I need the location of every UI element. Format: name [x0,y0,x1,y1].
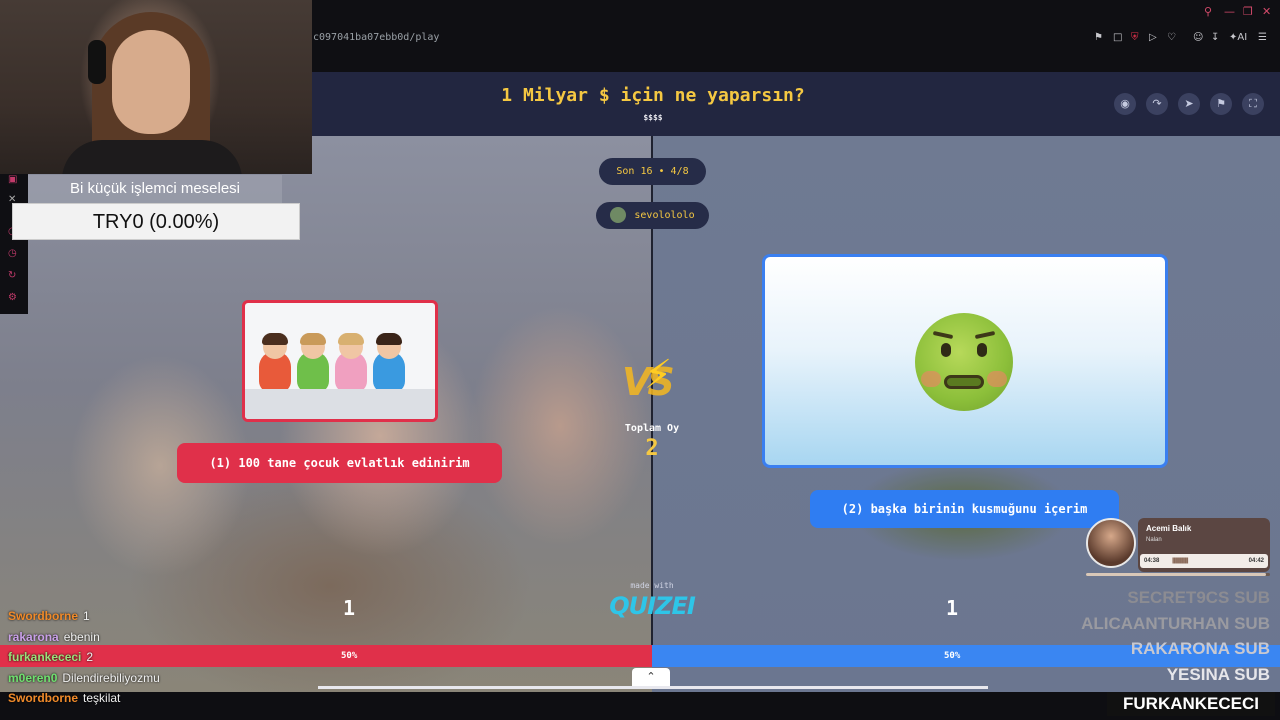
chat-text: Dilendirebiliyozmu [62,670,160,685]
option-1-button[interactable]: (1) 100 tane çocuk evlatlık edinirim [177,443,502,483]
song-progress-fill [1086,573,1267,576]
child-figure [297,333,329,393]
song-artist: Nalan [1146,537,1162,543]
play-icon[interactable]: ▷ [1149,32,1157,43]
chat-message: Swordborne teşkilat [8,691,308,712]
option-2-image[interactable] [762,254,1168,468]
download-icon[interactable]: ↧ [1211,32,1219,43]
chat-message: Swordborne 1 [8,609,308,630]
total-votes-value: 2 [645,436,659,461]
ai-label: AI [1237,32,1248,43]
chat-username: furkankececi [8,650,82,665]
minimize-icon[interactable]: — [1224,5,1235,18]
sub-entry: YESINA SUB [1166,664,1270,684]
clock-icon: ◷ [8,248,17,259]
recent-subs: SECRET9CS SUB ALICAANTURHAN SUB RAKARONA… [1030,588,1270,690]
chat-username: Swordborne [8,609,79,623]
shield-icon[interactable]: ⛨ [1131,32,1139,43]
send-icon[interactable]: ➤ [1178,93,1200,115]
quiz-subtitle: $$$$ [643,113,663,122]
chat-text: 1 [83,609,90,623]
heart-icon[interactable]: ♡ [1167,32,1176,43]
webcam-feed [0,0,312,174]
sub-entry: SECRET9CS SUB [1127,588,1270,607]
chat-text: 2 [86,650,94,665]
chat-username: Swordborne [8,691,79,706]
chevron-up-icon[interactable]: ⌃ [632,668,670,686]
waveform-icon: ||||||||||||||||||||||| [1172,558,1189,564]
user-badge[interactable]: sevolololo [596,202,709,229]
gear-icon: ⚙ [8,292,17,303]
made-with-label: made with [630,581,674,590]
nauseated-face-icon [915,313,1013,411]
child-figure [335,333,367,393]
option-2-button[interactable]: (2) başka birinin kusmuğunu içerim [810,490,1119,528]
album-art [1086,518,1136,568]
chat-text: teşkilat [83,691,121,706]
time-total: 04:42 [1248,558,1264,564]
child-figure [259,333,291,393]
crop-icon[interactable]: □ [1113,32,1122,43]
twitch-icon: ▣ [8,174,18,185]
round-badge: Son 16 • 4/8 [599,158,706,185]
option-1-image[interactable] [242,300,438,422]
chat-text: ebenin [63,629,100,644]
address-bar[interactable]: c097041ba07ebb0d/play [313,32,439,43]
now-playing-card: Acemi Balık Nalan 04:38 ||||||||||||||||… [1138,518,1270,572]
stream-title: Bi küçük işlemci meselesi [28,175,282,203]
menu-icon[interactable]: ☰ [1258,32,1267,43]
song-title: Acemi Balık [1146,524,1192,533]
refresh-icon: ↻ [8,270,17,281]
chat-message: m0eren0 Dilendirebiliyozmu [8,671,308,692]
time-current: 04:38 [1144,558,1160,564]
quizei-logo[interactable]: QUIZEI [604,592,700,620]
sub-entry: RAKARONA SUB [1130,639,1270,658]
now-playing-widget: Acemi Balık Nalan 04:38 ||||||||||||||||… [1086,516,1272,580]
lightning-icon: ⚡ [644,352,673,398]
stream-screen: c097041ba07ebb0d/play ⚲ — ❐ ✕ ⚑ □ ⛨ ▷ ♡ … [0,0,1280,720]
chat-username: rakarona [8,629,59,644]
vs-icon: VS ⚡ [620,352,686,410]
option-1-votes: 1 [343,596,356,620]
eye-icon[interactable]: ◉ [1114,93,1136,115]
chat-overlay: Swordborne 1 rakarona ebenin furkankececi 2… [8,609,308,712]
chat-message: furkankececi 2 [8,650,308,671]
user-icon[interactable]: ☺ [1193,32,1203,43]
chat-username: m0eren0 [8,670,58,685]
song-progress [1086,573,1270,576]
side-rail: ▣ ✕ ○ ◷ ↻ ⚙ [0,174,28,314]
scrollbar[interactable] [318,686,988,689]
option-1-percent: 50% [341,651,358,661]
close-icon[interactable]: ✕ [1262,5,1271,18]
ai-icon[interactable]: ✦AI [1229,32,1247,43]
flag-icon[interactable]: ⚑ [1210,93,1232,115]
latest-sub: FURKANKECECI SUB [1107,692,1275,720]
child-figure [373,333,405,393]
chat-message: rakarona ebenin [8,630,308,651]
username: sevolololo [634,210,695,221]
search-icon[interactable]: ⚲ [1204,5,1212,18]
option-2-votes: 1 [946,596,959,620]
restore-icon[interactable]: ❐ [1243,5,1253,18]
option-2-percent: 50% [944,651,961,661]
quiz-title: 1 Milyar $ için ne yaparsın? [501,85,805,106]
avatar [610,207,627,223]
waveform-bar: 04:38 ||||||||||||||||||||||| 04:42 [1140,554,1268,568]
floor [245,389,435,419]
fullscreen-icon[interactable]: ⛶ [1242,93,1264,115]
total-votes-label: Toplam Oy [624,423,680,434]
share-icon[interactable]: ↷ [1146,93,1168,115]
pin-icon[interactable]: ⚑ [1094,32,1103,43]
sub-entry: ALICAANTURHAN SUB [1081,613,1270,633]
price-ticker: TRY0 (0.00%) [12,203,300,240]
